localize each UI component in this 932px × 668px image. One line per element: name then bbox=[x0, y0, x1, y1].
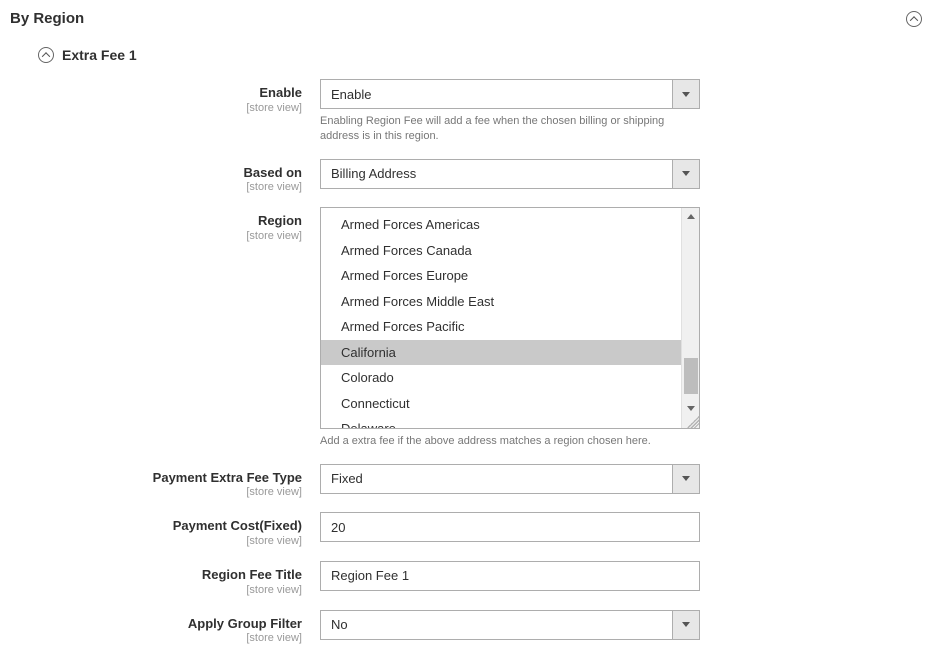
collapse-section-icon[interactable] bbox=[906, 11, 922, 27]
field-based-on: Based on [store view] Billing Address bbox=[10, 159, 922, 194]
section-header: By Region bbox=[0, 0, 932, 35]
fee-type-select[interactable]: Fixed bbox=[320, 464, 700, 494]
based-on-label: Based on bbox=[10, 165, 302, 181]
field-region-fee-title: Region Fee Title [store view] bbox=[10, 561, 922, 596]
enable-select-button[interactable] bbox=[672, 79, 700, 109]
section-title: By Region bbox=[10, 10, 84, 27]
region-option[interactable]: Armed Forces Pacific bbox=[321, 314, 681, 340]
group-filter-select[interactable]: No bbox=[320, 610, 700, 640]
based-on-select-button[interactable] bbox=[672, 159, 700, 189]
scroll-up-button[interactable] bbox=[682, 208, 699, 224]
control-col: Fixed bbox=[320, 464, 700, 494]
chevron-down-icon bbox=[682, 476, 690, 481]
control-col: Armed Forces AmericasArmed Forces Canada… bbox=[320, 207, 700, 449]
region-option[interactable]: Armed Forces Europe bbox=[321, 263, 681, 289]
label-col: Enable [store view] bbox=[10, 79, 320, 114]
scope-hint: [store view] bbox=[10, 584, 302, 596]
subsection-title: Extra Fee 1 bbox=[62, 47, 137, 63]
group-filter-select-button[interactable] bbox=[672, 610, 700, 640]
enable-select[interactable]: Enable bbox=[320, 79, 700, 109]
payment-cost-label: Payment Cost(Fixed) bbox=[10, 518, 302, 534]
region-multiselect[interactable]: Armed Forces AmericasArmed Forces Canada… bbox=[320, 207, 700, 429]
label-col: Payment Extra Fee Type [store view] bbox=[10, 464, 320, 499]
region-option[interactable]: Connecticut bbox=[321, 391, 681, 417]
label-col: Region [store view] bbox=[10, 207, 320, 242]
group-filter-select-value: No bbox=[320, 610, 672, 640]
chevron-down-icon bbox=[682, 171, 690, 176]
region-fee-title-input[interactable] bbox=[320, 561, 700, 591]
scroll-down-button[interactable] bbox=[682, 400, 699, 416]
scope-hint: [store view] bbox=[10, 230, 302, 242]
chevron-down-icon bbox=[682, 622, 690, 627]
field-fee-type: Payment Extra Fee Type [store view] Fixe… bbox=[10, 464, 922, 499]
control-col bbox=[320, 561, 700, 591]
region-scrollbar[interactable] bbox=[681, 208, 699, 428]
region-option[interactable]: Delaware bbox=[321, 416, 681, 428]
label-col: Apply Group Filter [store view] bbox=[10, 610, 320, 645]
field-region: Region [store view] Armed Forces America… bbox=[10, 207, 922, 449]
label-col: Region Fee Title [store view] bbox=[10, 561, 320, 596]
region-option[interactable]: California bbox=[321, 340, 681, 366]
region-note: Add a extra fee if the above address mat… bbox=[320, 434, 700, 449]
enable-label: Enable bbox=[10, 85, 302, 101]
enable-note: Enabling Region Fee will add a fee when … bbox=[320, 114, 700, 145]
region-option[interactable]: Armed Forces Middle East bbox=[321, 289, 681, 315]
payment-cost-input[interactable] bbox=[320, 512, 700, 542]
chevron-up-icon bbox=[911, 16, 917, 22]
based-on-select[interactable]: Billing Address bbox=[320, 159, 700, 189]
scope-hint: [store view] bbox=[10, 535, 302, 547]
region-fee-title-label: Region Fee Title bbox=[10, 567, 302, 583]
control-col: Billing Address bbox=[320, 159, 700, 189]
field-group-filter: Apply Group Filter [store view] No bbox=[10, 610, 922, 645]
region-options-container: Armed Forces AmericasArmed Forces Canada… bbox=[321, 208, 681, 428]
subsection-header: Extra Fee 1 bbox=[0, 35, 932, 75]
form-area: Enable [store view] Enable Enabling Regi… bbox=[0, 75, 932, 668]
resize-grip-icon[interactable] bbox=[687, 416, 699, 428]
control-col: Enable Enabling Region Fee will add a fe… bbox=[320, 79, 700, 145]
group-filter-label: Apply Group Filter bbox=[10, 616, 302, 632]
enable-select-value: Enable bbox=[320, 79, 672, 109]
fee-type-label: Payment Extra Fee Type bbox=[10, 470, 302, 486]
control-col bbox=[320, 512, 700, 542]
region-option[interactable]: Armed Forces Canada bbox=[321, 238, 681, 264]
region-option[interactable]: Armed Forces Americas bbox=[321, 212, 681, 238]
scope-hint: [store view] bbox=[10, 102, 302, 114]
scroll-thumb[interactable] bbox=[684, 358, 698, 394]
control-col: No bbox=[320, 610, 700, 640]
collapse-subsection-icon[interactable] bbox=[38, 47, 54, 63]
fee-type-select-value: Fixed bbox=[320, 464, 672, 494]
scope-hint: [store view] bbox=[10, 181, 302, 193]
chevron-up-icon bbox=[43, 52, 49, 58]
label-col: Based on [store view] bbox=[10, 159, 320, 194]
fee-type-select-button[interactable] bbox=[672, 464, 700, 494]
scope-hint: [store view] bbox=[10, 632, 302, 644]
region-label: Region bbox=[10, 213, 302, 229]
region-option[interactable]: Colorado bbox=[321, 365, 681, 391]
field-enable: Enable [store view] Enable Enabling Regi… bbox=[10, 79, 922, 145]
based-on-select-value: Billing Address bbox=[320, 159, 672, 189]
chevron-down-icon bbox=[682, 92, 690, 97]
scope-hint: [store view] bbox=[10, 486, 302, 498]
label-col: Payment Cost(Fixed) [store view] bbox=[10, 512, 320, 547]
field-payment-cost: Payment Cost(Fixed) [store view] bbox=[10, 512, 922, 547]
